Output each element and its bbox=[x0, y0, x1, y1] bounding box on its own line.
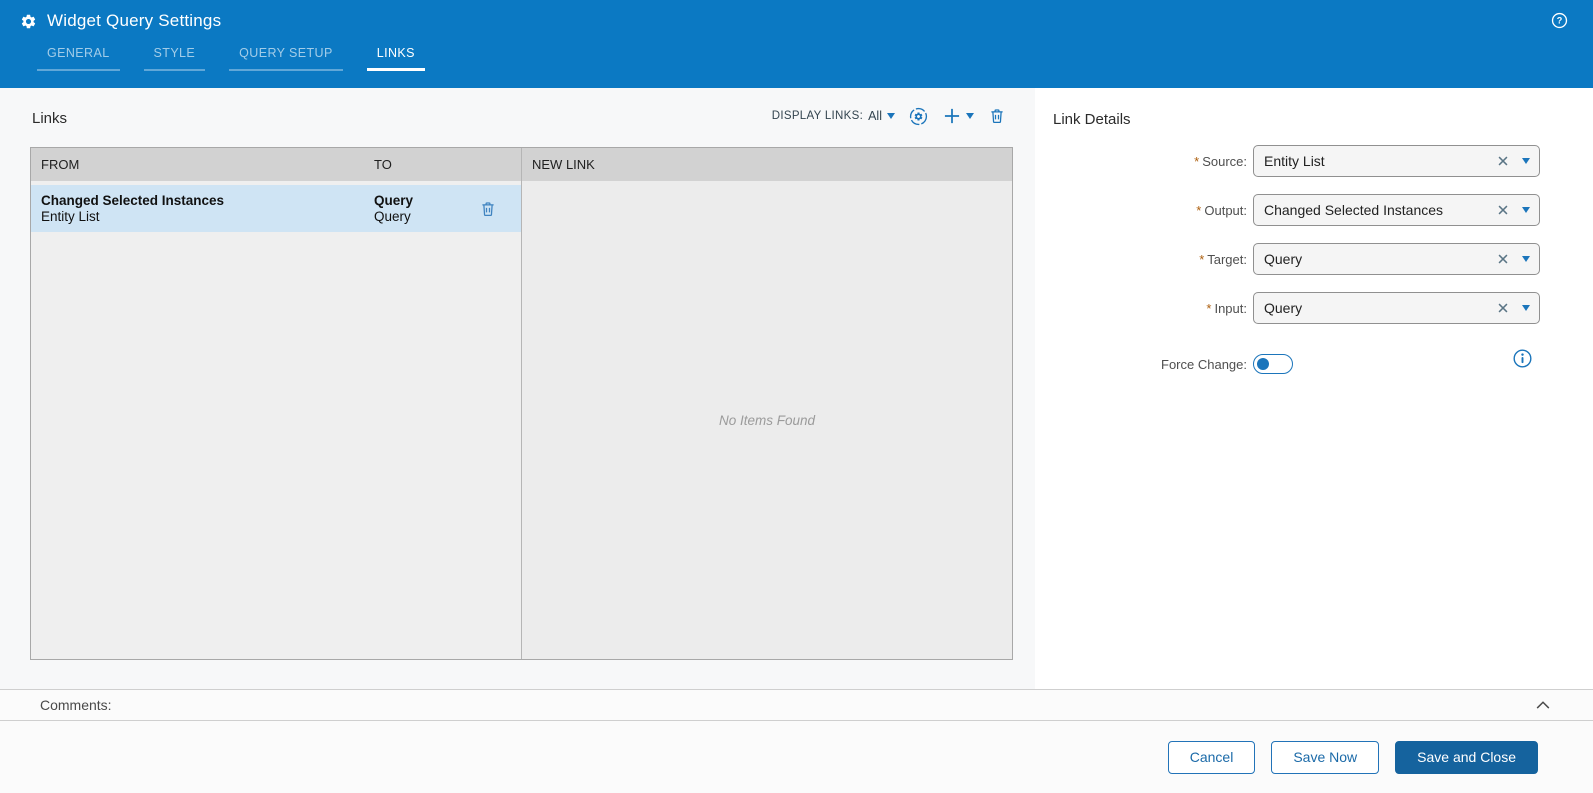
chevron-down-icon[interactable] bbox=[1522, 158, 1530, 164]
link-row-actions bbox=[454, 200, 521, 218]
force-change-row: Force Change: bbox=[1035, 347, 1293, 381]
link-from-output: Changed Selected Instances bbox=[41, 192, 225, 208]
force-change-label: Force Change: bbox=[1161, 356, 1247, 372]
display-links-value: All bbox=[868, 109, 882, 123]
source-label: * Source: bbox=[1194, 153, 1247, 169]
input-dropdown[interactable]: Query bbox=[1253, 292, 1540, 324]
required-marker: * bbox=[1196, 202, 1202, 218]
links-list-body bbox=[31, 232, 521, 659]
clear-icon[interactable] bbox=[1496, 154, 1510, 168]
source-value: Entity List bbox=[1264, 153, 1325, 169]
link-to-input: Query bbox=[374, 192, 414, 208]
no-items-found-text: No Items Found bbox=[718, 412, 816, 428]
links-table-header: FROM TO bbox=[31, 148, 521, 181]
tab-general[interactable]: GENERAL bbox=[37, 46, 120, 71]
link-details-panel: Link Details * Source: Entity List * Outpu… bbox=[1035, 88, 1593, 689]
plus-icon bbox=[944, 108, 960, 124]
chevron-down-icon[interactable] bbox=[1522, 256, 1530, 262]
column-header-to: TO bbox=[374, 157, 392, 172]
info-icon[interactable] bbox=[1512, 348, 1533, 369]
chevron-down-icon bbox=[887, 113, 895, 119]
new-link-pane: NEW LINK No Items Found bbox=[522, 148, 1012, 659]
target-value: Query bbox=[1264, 251, 1303, 267]
chevron-down-icon bbox=[966, 113, 974, 119]
link-to-target: Query bbox=[374, 208, 411, 224]
new-link-header: NEW LINK bbox=[522, 148, 1012, 181]
tab-links[interactable]: LINKS bbox=[366, 46, 425, 71]
output-dropdown[interactable]: Changed Selected Instances bbox=[1253, 194, 1540, 226]
source-dropdown[interactable]: Entity List bbox=[1253, 145, 1540, 177]
help-icon[interactable]: ? bbox=[1550, 11, 1569, 30]
target-dropdown[interactable]: Query bbox=[1253, 243, 1540, 275]
auto-link-settings-icon[interactable] bbox=[909, 107, 928, 126]
output-value: Changed Selected Instances bbox=[1264, 202, 1444, 218]
dialog-title: Widget Query Settings bbox=[47, 11, 222, 30]
comments-bar: Comments: bbox=[0, 689, 1593, 721]
footer-bar: Cancel Save Now Save and Close bbox=[0, 721, 1593, 793]
dialog-header: Widget Query Settings ? GENERAL STYLE QU… bbox=[0, 0, 1593, 88]
required-marker: * bbox=[1206, 300, 1212, 316]
clear-icon[interactable] bbox=[1496, 301, 1510, 315]
content-area: Links DISPLAY LINKS: All FROM TO Changed bbox=[0, 88, 1593, 689]
clear-icon[interactable] bbox=[1496, 203, 1510, 217]
link-from-cell: Changed Selected Instances Entity List bbox=[31, 193, 374, 225]
required-marker: * bbox=[1199, 251, 1205, 267]
new-link-body: No Items Found bbox=[522, 181, 1012, 659]
force-change-toggle[interactable] bbox=[1253, 354, 1293, 374]
link-from-source: Entity List bbox=[41, 208, 100, 224]
save-now-button[interactable]: Save Now bbox=[1271, 740, 1380, 774]
required-marker: * bbox=[1194, 153, 1200, 169]
titlebar: Widget Query Settings ? bbox=[0, 0, 1593, 42]
output-label: * Output: bbox=[1196, 202, 1247, 218]
links-toolbar: DISPLAY LINKS: All bbox=[772, 103, 1006, 129]
existing-links-pane: FROM TO Changed Selected Instances Entit… bbox=[31, 148, 522, 659]
input-label: * Input: bbox=[1206, 300, 1247, 316]
cancel-button[interactable]: Cancel bbox=[1167, 740, 1256, 774]
chevron-down-icon[interactable] bbox=[1522, 305, 1530, 311]
link-table-row[interactable]: Changed Selected Instances Entity List Q… bbox=[31, 185, 521, 232]
save-and-close-button[interactable]: Save and Close bbox=[1395, 740, 1538, 774]
tab-style[interactable]: STYLE bbox=[143, 46, 206, 71]
clear-icon[interactable] bbox=[1496, 252, 1510, 266]
column-header-from: FROM bbox=[41, 157, 80, 172]
svg-text:?: ? bbox=[1557, 16, 1563, 26]
output-field-row: * Output: Changed Selected Instances bbox=[1035, 193, 1540, 227]
tab-bar: GENERAL STYLE QUERY SETUP LINKS bbox=[37, 46, 1593, 71]
delete-link-icon[interactable] bbox=[988, 107, 1006, 125]
add-link-button[interactable] bbox=[942, 106, 974, 126]
target-label: * Target: bbox=[1199, 251, 1247, 267]
link-to-cell: Query Query bbox=[374, 193, 454, 225]
display-links-dropdown[interactable]: DISPLAY LINKS: All bbox=[772, 109, 895, 123]
links-section-title: Links bbox=[32, 110, 68, 127]
chevron-down-icon[interactable] bbox=[1522, 207, 1530, 213]
toggle-knob bbox=[1257, 357, 1269, 370]
delete-row-icon[interactable] bbox=[479, 200, 497, 218]
input-field-row: * Input: Query bbox=[1035, 291, 1540, 325]
column-header-new-link: NEW LINK bbox=[532, 157, 595, 172]
chevron-up-icon[interactable] bbox=[1533, 696, 1553, 716]
comments-label: Comments: bbox=[40, 697, 112, 713]
settings-gear-icon bbox=[20, 13, 37, 30]
target-field-row: * Target: Query bbox=[1035, 242, 1540, 276]
display-links-label: DISPLAY LINKS: bbox=[771, 110, 864, 122]
tab-query-setup[interactable]: QUERY SETUP bbox=[229, 46, 343, 71]
link-details-title: Link Details bbox=[1053, 111, 1131, 128]
source-field-row: * Source: Entity List bbox=[1035, 144, 1540, 178]
links-table: FROM TO Changed Selected Instances Entit… bbox=[30, 147, 1013, 660]
input-value: Query bbox=[1264, 300, 1303, 316]
